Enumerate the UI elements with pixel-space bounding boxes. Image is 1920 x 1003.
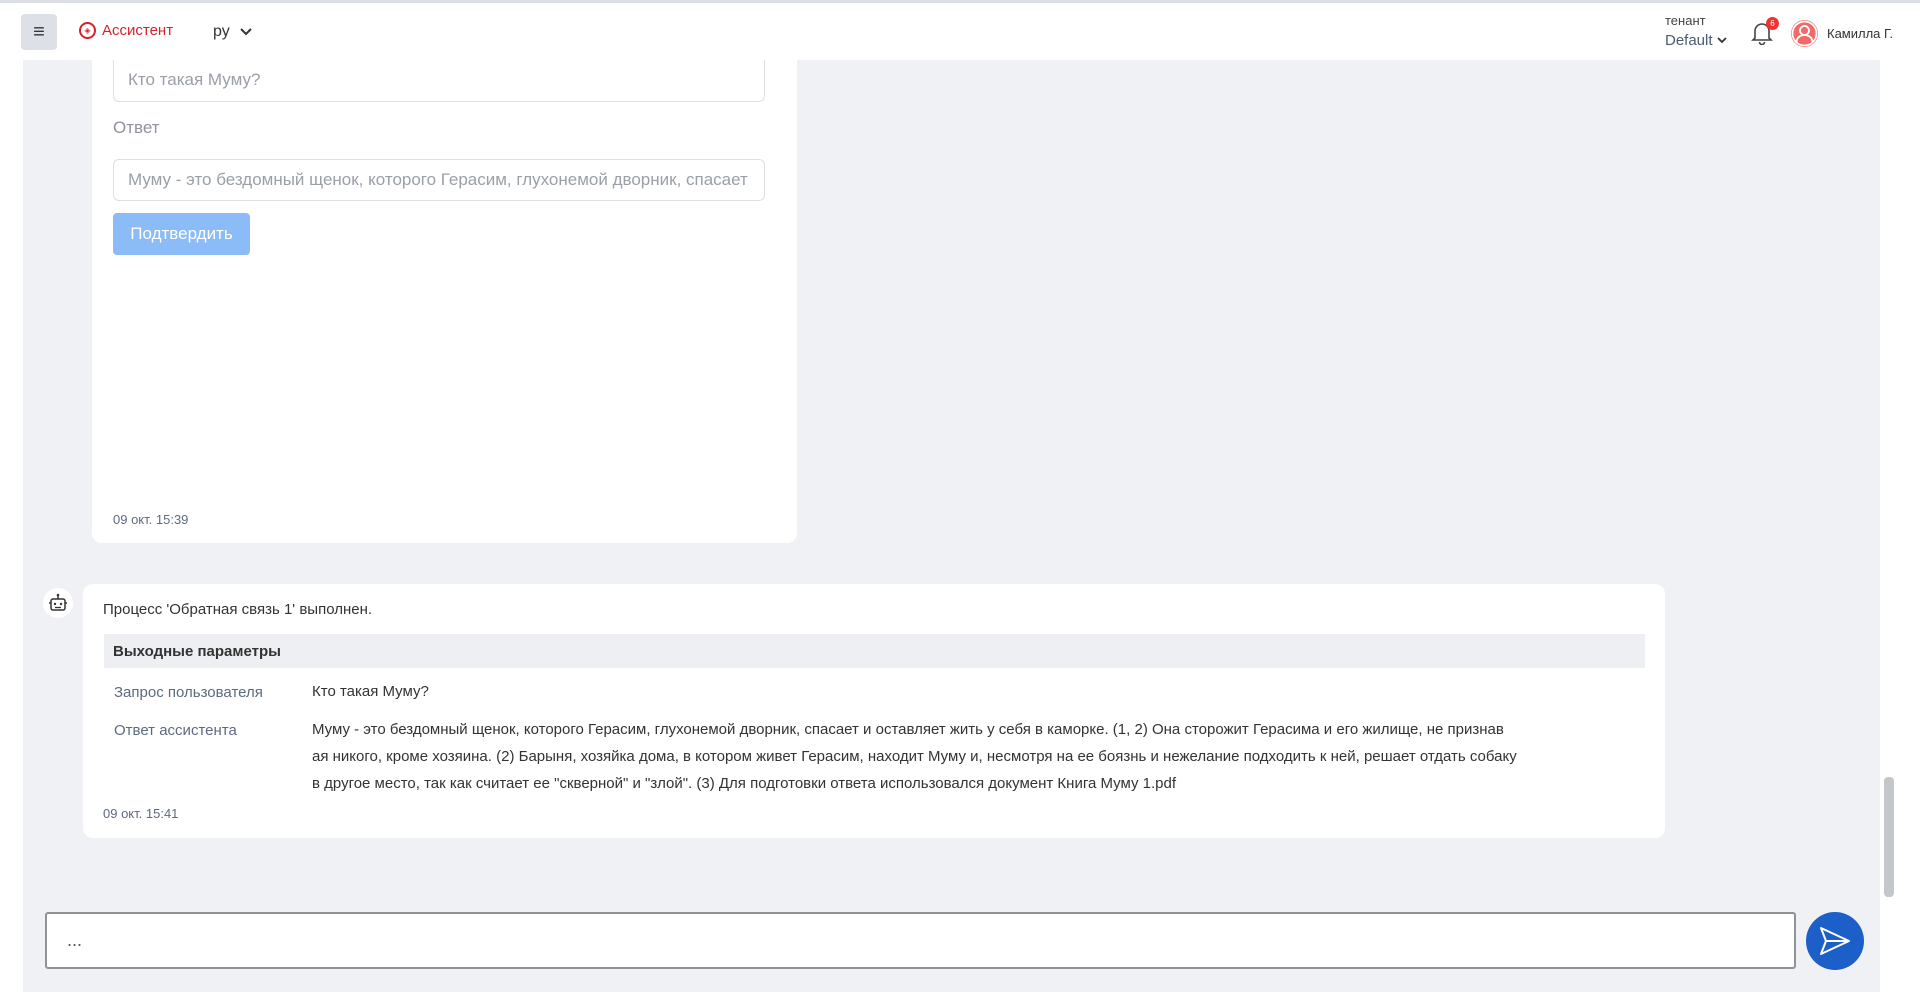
chevron-down-icon xyxy=(1716,37,1727,44)
bot-avatar xyxy=(43,588,73,618)
tenant-value: Default xyxy=(1665,32,1713,49)
send-button[interactable] xyxy=(1806,912,1864,970)
user-name[interactable]: Камилла Г. xyxy=(1827,26,1893,41)
app-name: Ассистент xyxy=(102,22,174,39)
robot-icon xyxy=(49,593,67,611)
tenant-label: тенант xyxy=(1665,13,1706,28)
logo-icon: ◈ xyxy=(79,22,96,39)
feedback-form-card xyxy=(92,60,797,543)
param-value-line: ая никого, кроме хозяина. (2) Барыня, хо… xyxy=(312,748,1517,765)
tenant-selector[interactable]: тенант Default xyxy=(1665,13,1727,49)
param-value-user-query: Кто такая Муму? xyxy=(312,683,429,700)
user-icon xyxy=(1791,20,1818,47)
answer-field[interactable]: Муму - это бездомный щенок, которого Гер… xyxy=(113,159,765,201)
hamburger-icon: ≡ xyxy=(33,21,45,43)
chat-scrollbar[interactable] xyxy=(1884,777,1894,897)
notifications-button[interactable]: 6 xyxy=(1751,17,1779,47)
bot-message-card xyxy=(83,584,1665,838)
param-label-assistant-answer: Ответ ассистента xyxy=(114,722,237,739)
message-timestamp: 09 окт. 15:39 xyxy=(113,512,189,527)
param-value-line: в другое место, так как считает ее "скве… xyxy=(312,775,1176,792)
answer-label: Ответ xyxy=(113,118,160,137)
output-params-header: Выходные параметры xyxy=(104,634,1645,668)
menu-button[interactable]: ≡ xyxy=(21,14,57,50)
param-label-user-query: Запрос пользователя xyxy=(114,684,263,701)
avatar[interactable] xyxy=(1791,20,1818,47)
notification-count-badge: 6 xyxy=(1766,17,1779,30)
message-input[interactable]: ... xyxy=(45,912,1796,969)
app-logo[interactable]: ◈ Ассистент xyxy=(79,22,173,39)
process-status-text: Процесс 'Обратная связь 1' выполнен. xyxy=(103,601,373,618)
chevron-down-icon xyxy=(240,28,252,36)
question-field[interactable]: Кто такая Муму? xyxy=(113,60,765,102)
app-header: ≡ ◈ Ассистент ру тенант Default 6 Камилл… xyxy=(0,3,1920,60)
send-icon xyxy=(1820,927,1850,955)
language-value: ру xyxy=(213,23,230,40)
param-value-line: Муму - это бездомный щенок, которого Гер… xyxy=(312,721,1504,738)
message-timestamp: 09 окт. 15:41 xyxy=(103,806,179,821)
language-selector[interactable]: ру xyxy=(213,23,252,41)
confirm-button[interactable]: Подтвердить xyxy=(113,213,250,255)
